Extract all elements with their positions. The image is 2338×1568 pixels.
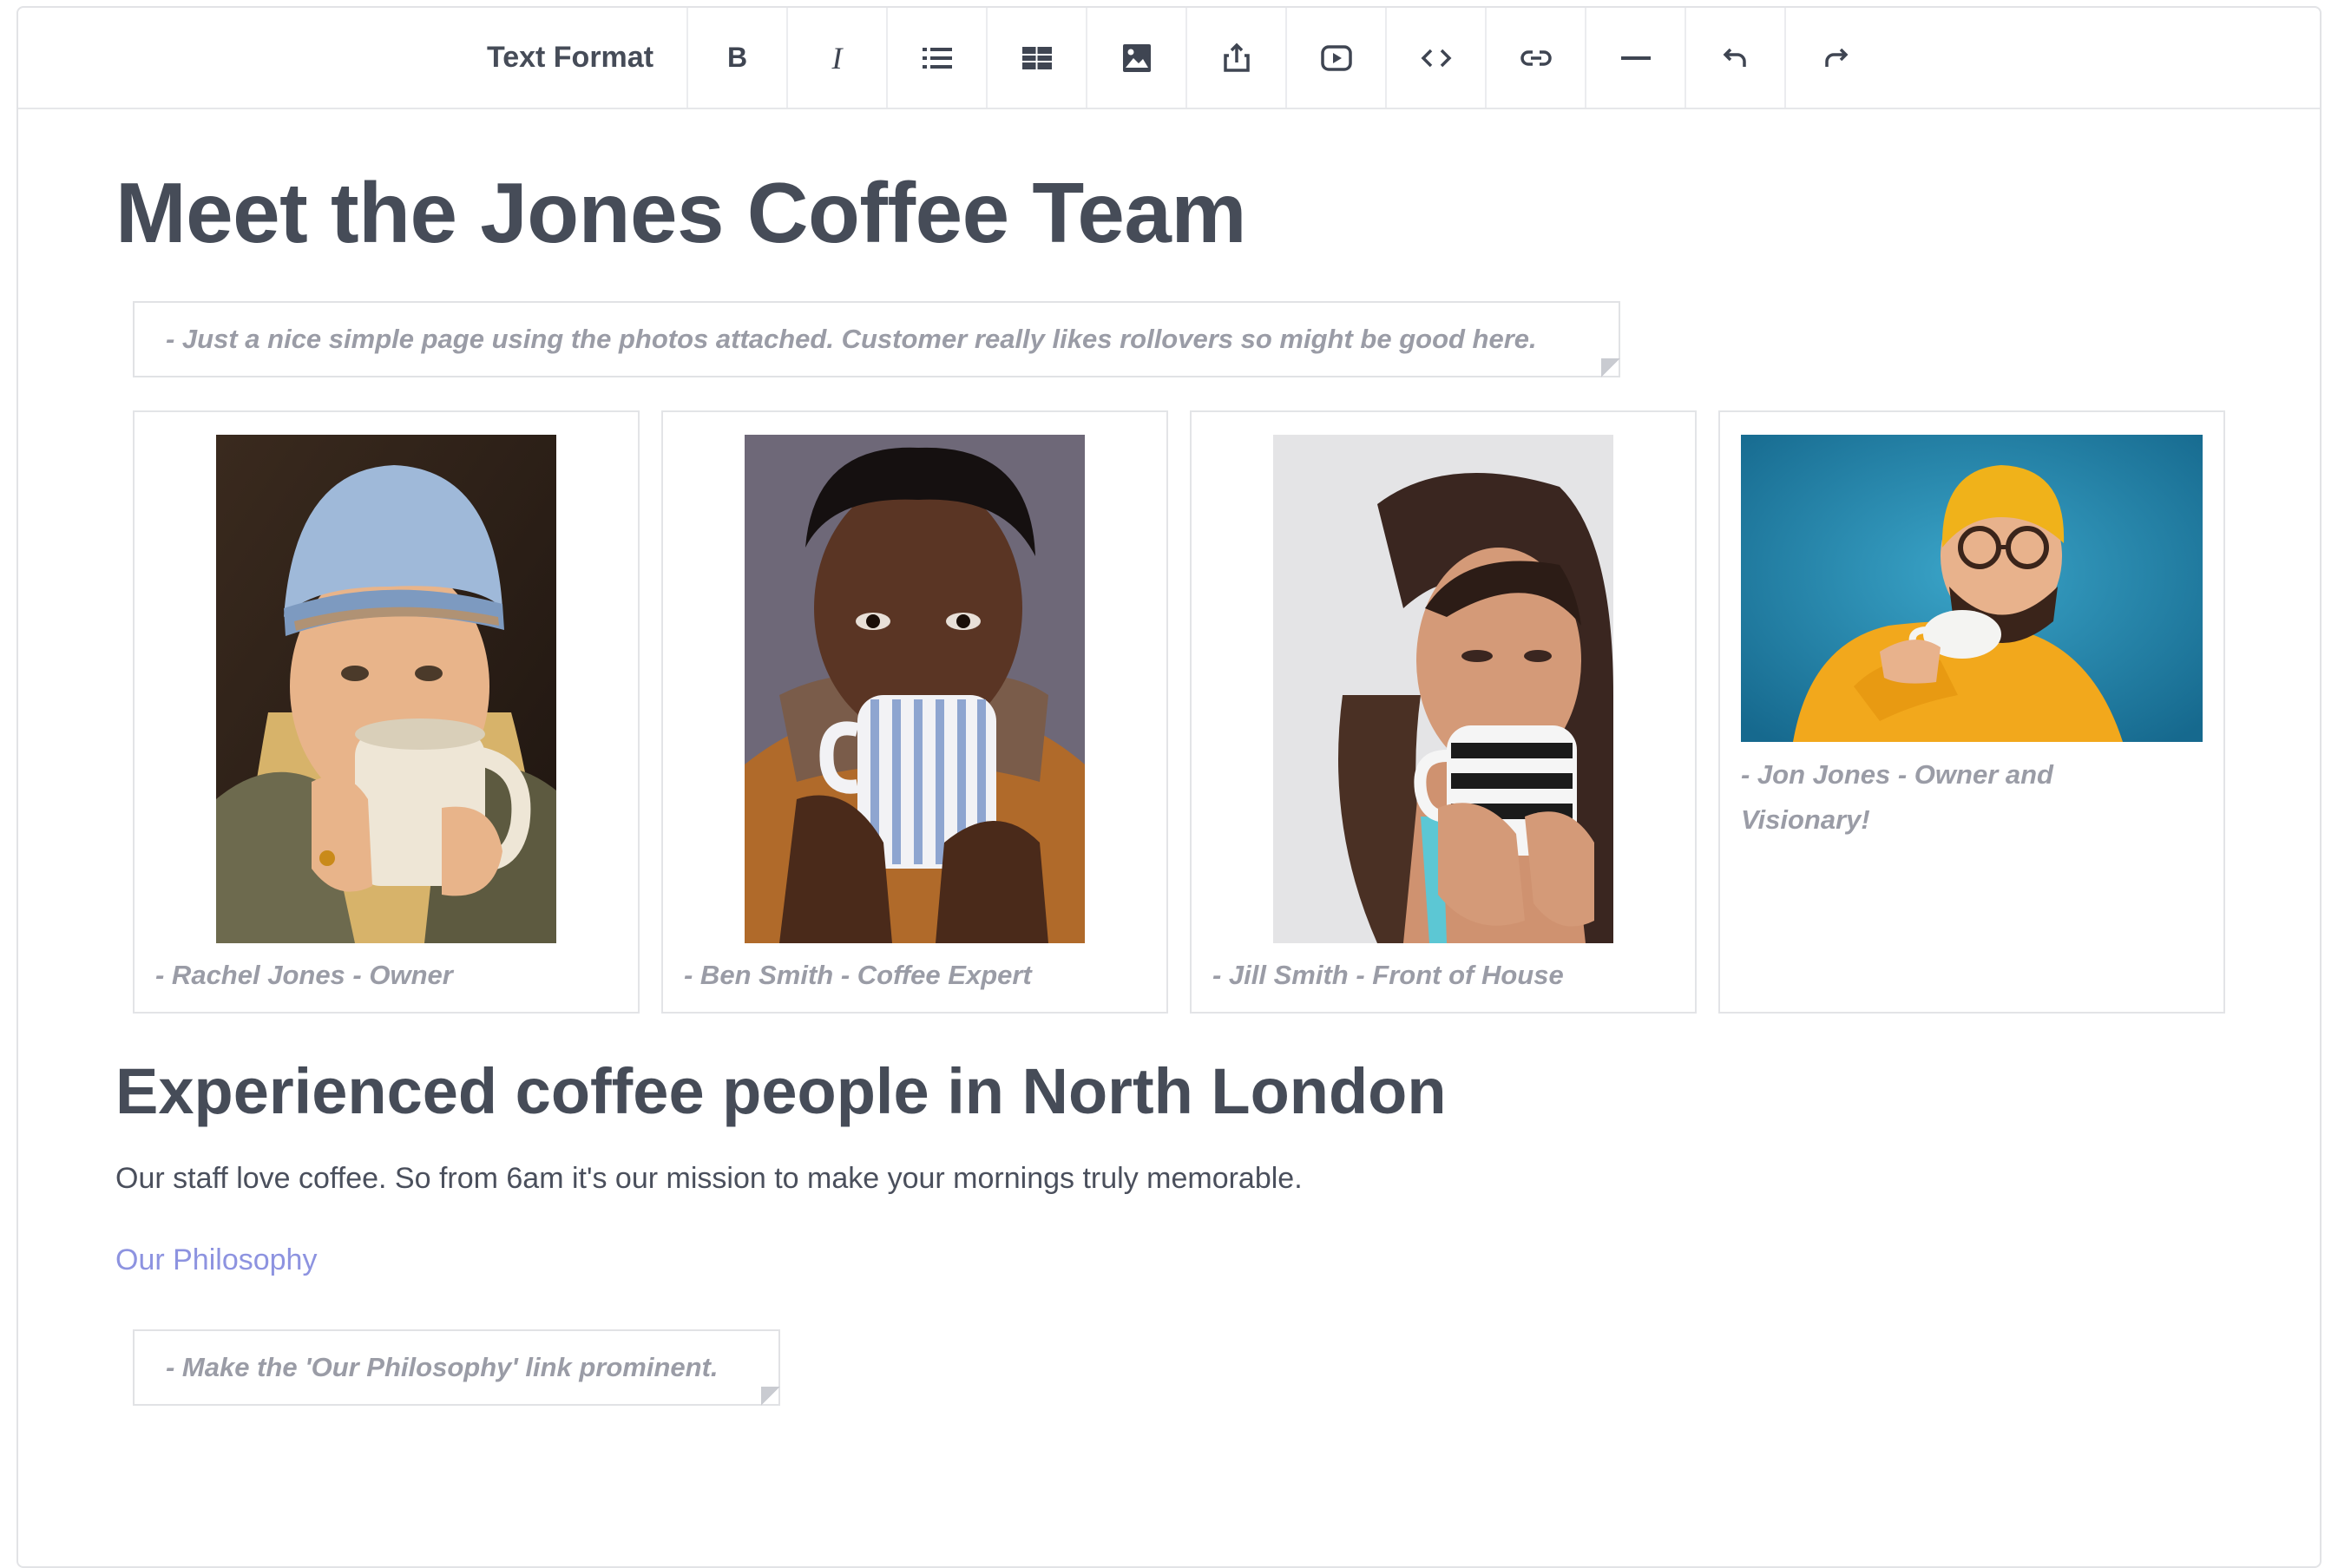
video-button[interactable] — [1287, 8, 1388, 108]
upload-icon — [1223, 43, 1250, 72]
page-title[interactable]: Meet the Jones Coffee Team — [115, 164, 1247, 262]
italic-button[interactable]: I — [788, 8, 889, 108]
code-icon — [1421, 49, 1452, 67]
note-text: - Make the 'Our Philosophy' link promine… — [166, 1352, 719, 1382]
table-button[interactable] — [988, 8, 1088, 108]
team-caption-jon[interactable]: - Jon Jones - Owner and Visionary! — [1741, 752, 2123, 843]
bold-icon: B — [726, 42, 748, 73]
redo-icon — [1824, 48, 1849, 67]
note-fold-corner — [1601, 358, 1620, 377]
table-icon — [1021, 46, 1052, 69]
redo-button[interactable] — [1786, 8, 1884, 108]
team-caption-rachel[interactable]: - Rachel Jones - Owner — [155, 953, 453, 998]
code-button[interactable] — [1387, 8, 1488, 108]
italic-icon: I — [831, 40, 843, 75]
bullet-list-icon — [922, 47, 952, 69]
video-icon — [1320, 44, 1352, 71]
editor-frame: Text Format B I Meet the Jones Coffee Te… — [16, 6, 2322, 1568]
team-card-jon[interactable]: - Jon Jones - Owner and Visionary! — [1718, 410, 2225, 1014]
section-heading[interactable]: Experienced coffee people in North Londo… — [115, 1054, 1447, 1128]
image-icon — [1122, 43, 1151, 72]
upload-button[interactable] — [1187, 8, 1288, 108]
text-format-dropdown[interactable]: Text Format — [454, 8, 689, 108]
editor-note-link[interactable]: - Make the 'Our Philosophy' link promine… — [133, 1329, 780, 1406]
bold-button[interactable]: B — [688, 8, 789, 108]
team-caption-ben[interactable]: - Ben Smith - Coffee Expert — [684, 953, 1032, 998]
team-caption-jill[interactable]: - Jill Smith - Front of House — [1212, 953, 1564, 998]
bullet-list-button[interactable] — [888, 8, 988, 108]
link-button[interactable] — [1487, 8, 1587, 108]
team-photo-jill[interactable] — [1273, 435, 1613, 943]
note-text: - Just a nice simple page using the phot… — [166, 324, 1537, 354]
team-photo-rachel[interactable] — [216, 435, 556, 943]
undo-button[interactable] — [1686, 8, 1787, 108]
horizontal-rule-button[interactable] — [1586, 8, 1687, 108]
our-philosophy-link[interactable]: Our Philosophy — [115, 1243, 317, 1277]
team-card-rachel[interactable]: - Rachel Jones - Owner — [133, 410, 640, 1014]
team-card-jill[interactable]: - Jill Smith - Front of House — [1190, 410, 1697, 1014]
team-card-ben[interactable]: - Ben Smith - Coffee Expert — [661, 410, 1168, 1014]
team-photo-jon[interactable] — [1741, 435, 2203, 742]
note-fold-corner — [761, 1387, 780, 1406]
undo-icon — [1723, 48, 1746, 67]
image-button[interactable] — [1087, 8, 1188, 108]
editor-toolbar: Text Format B I — [18, 8, 2320, 109]
team-photo-ben[interactable] — [745, 435, 1085, 943]
horizontal-rule-icon — [1620, 56, 1651, 60]
link-icon — [1520, 49, 1552, 66]
body-paragraph[interactable]: Our staff love coffee. So from 6am it's … — [115, 1162, 1303, 1196]
editor-note[interactable]: - Just a nice simple page using the phot… — [133, 301, 1620, 377]
